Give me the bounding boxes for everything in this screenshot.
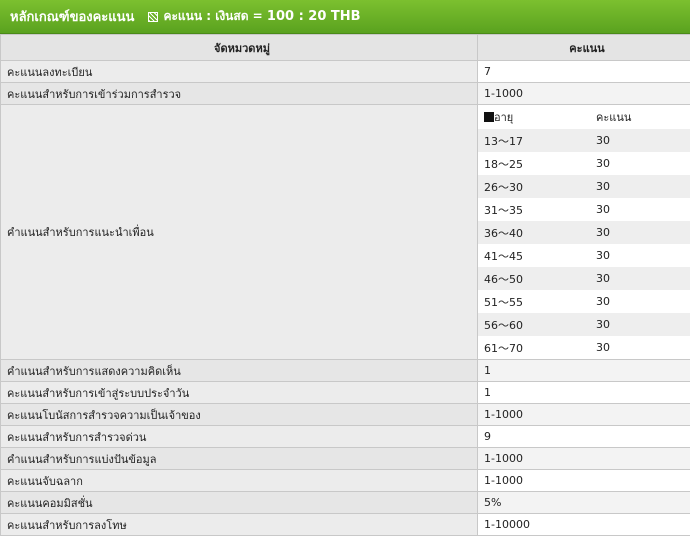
table-row: คะแนนลงทะเบียน 7	[0, 60, 690, 83]
age-row: 56～60 30	[478, 313, 690, 336]
points-table: จัดหมวดหมู่ คะแนน คะแนนลงทะเบียน 7 คะแนน…	[0, 34, 690, 536]
row-category: คะแนนสำหรับการสำรวจด่วน	[0, 425, 478, 448]
row-category: คะแนนจับฉลาก	[0, 469, 478, 492]
age-points: 30	[590, 221, 690, 244]
table-row: คำแนนสำหรับการแบ่งปันข้อมูล 1-1000	[0, 447, 690, 470]
age-range: 26～30	[478, 175, 590, 198]
age-range: 61～70	[484, 341, 523, 355]
age-points: 30	[590, 129, 690, 152]
header-title: หลักเกณฑ์ของคะแนน	[10, 10, 135, 25]
row-points: 1-1000	[477, 469, 690, 492]
age-range: 46～50	[478, 267, 590, 290]
age-row: 61～70 30	[478, 336, 690, 359]
row-points: 1	[477, 381, 690, 404]
row-points: 9	[477, 425, 690, 448]
age-points: 30	[590, 313, 690, 336]
age-points: 30	[596, 341, 610, 354]
row-category: คะแนนโบนัสการสำรวจความเป็นเจ้าของ	[0, 403, 478, 426]
age-points-cell: อายุ คะแนน 13～17 30 18～25 30 26～30 30 31～35…	[477, 104, 690, 360]
age-range: 41～45	[484, 249, 523, 263]
ratio-icon	[148, 11, 159, 22]
table-row: คะแนนสำหรับการเข้าสู่ระบบประจำวัน 1	[0, 381, 690, 404]
row-points: 1	[477, 359, 690, 382]
age-points: 30	[596, 157, 610, 170]
page-header: หลักเกณฑ์ของคะแนน คะแนน : เงินสด = 100 :…	[0, 0, 690, 34]
age-range: 18～25	[484, 157, 523, 171]
square-icon	[484, 112, 494, 122]
age-points: 30	[596, 295, 610, 308]
age-row: 51～55 30	[478, 290, 690, 313]
age-row: 18～25 30	[478, 152, 690, 175]
age-range: 36～40	[478, 221, 590, 244]
age-points: 30	[590, 175, 690, 198]
age-table-header: อายุ คะแนน	[478, 105, 690, 129]
row-points: 1-1000	[477, 403, 690, 426]
row-category: คำแนนสำหรับการแสดงความคิดเห็น	[0, 359, 478, 382]
row-points: 7	[477, 60, 690, 83]
table-row: คะแนนจับฉลาก 1-1000	[0, 469, 690, 492]
table-row: คะแนนสำหรับการลงโทษ 1-10000	[0, 513, 690, 536]
row-category: คะแนนลงทะเบียน	[0, 60, 478, 83]
age-row: 36～40 30	[478, 221, 690, 244]
age-row: 46～50 30	[478, 267, 690, 290]
age-points: 30	[596, 249, 610, 262]
age-points-header: คะแนน	[590, 105, 690, 129]
table-row: คะแนนคอมมิสชั่น 5%	[0, 491, 690, 514]
row-points: 1-10000	[477, 513, 690, 536]
age-row: 13～17 30	[478, 129, 690, 152]
table-row: คะแนนสำหรับการเข้าร่วมการสำรวจ 1-1000	[0, 82, 690, 105]
column-header-category: จัดหมวดหมู่	[0, 34, 478, 61]
age-points: 30	[596, 203, 610, 216]
age-range: 56～60	[478, 313, 590, 336]
row-points: 5%	[477, 491, 690, 514]
row-category: คะแนนสำหรับการเข้าสู่ระบบประจำวัน	[0, 381, 478, 404]
table-row: คะแนนโบนัสการสำรวจความเป็นเจ้าของ 1-1000	[0, 403, 690, 426]
column-header-points: คะแนน	[477, 34, 690, 61]
exchange-ratio: คะแนน : เงินสด = 100 : 20 THB	[163, 7, 360, 26]
row-points: 1-1000	[477, 447, 690, 470]
age-range: 31～35	[484, 203, 523, 217]
age-row: 41～45 30	[478, 244, 690, 267]
ratio-value: 100 : 20 THB	[266, 9, 361, 24]
row-points: 1-1000	[477, 82, 690, 105]
age-points-table: อายุ คะแนน 13～17 30 18～25 30 26～30 30 31～35…	[478, 105, 690, 359]
table-row: คำแนนสำหรับการแสดงความคิดเห็น 1	[0, 359, 690, 382]
table-row: คะแนนสำหรับการสำรวจด่วน 9	[0, 425, 690, 448]
table-header-row: จัดหมวดหมู่ คะแนน	[0, 34, 690, 61]
age-range: 51～55	[484, 295, 523, 309]
table-row-referral: คำแนนสำหรับการแนะนำเพื่อน อายุ คะแนน 13～…	[0, 104, 690, 360]
row-category: คะแนนสำหรับการลงโทษ	[0, 513, 478, 536]
age-range: 13～17	[478, 129, 590, 152]
age-points: 30	[590, 267, 690, 290]
age-row: 31～35 30	[478, 198, 690, 221]
row-category: คำแนนสำหรับการแนะนำเพื่อน	[0, 104, 478, 360]
ratio-label: คะแนน : เงินสด =	[163, 9, 263, 23]
age-header: อายุ	[478, 105, 590, 129]
row-category: คำแนนสำหรับการแบ่งปันข้อมูล	[0, 447, 478, 470]
row-category: คะแนนคอมมิสชั่น	[0, 491, 478, 514]
row-category: คะแนนสำหรับการเข้าร่วมการสำรวจ	[0, 82, 478, 105]
age-row: 26～30 30	[478, 175, 690, 198]
